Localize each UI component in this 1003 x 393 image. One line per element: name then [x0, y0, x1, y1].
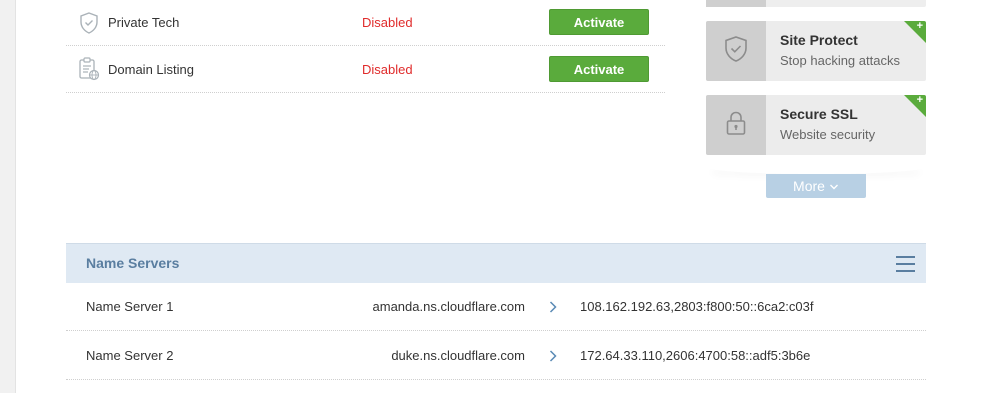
- promo-icon-box: [706, 21, 766, 81]
- promo-list-shadow: [706, 160, 926, 174]
- shield-check-icon: [78, 11, 100, 35]
- addon-name: Private Tech: [108, 15, 180, 30]
- promo-title: Secure SSL: [780, 106, 858, 122]
- left-sidebar-edge: [0, 0, 16, 393]
- nameserver-host: amanda.ns.cloudflare.com: [372, 299, 525, 314]
- more-button[interactable]: More: [766, 174, 866, 198]
- promo-site-protect[interactable]: Site Protect Stop hacking attacks +: [706, 21, 926, 81]
- addon-status: Disabled: [362, 61, 413, 77]
- lock-icon: [723, 109, 749, 142]
- addon-status: Disabled: [362, 15, 413, 30]
- nameservers-header: Name Servers: [66, 243, 926, 283]
- nameserver-label: Name Server 2: [86, 348, 174, 363]
- addon-row-domain-listing: Domain Listing Disabled Activate: [66, 46, 665, 93]
- nameserver-host: duke.ns.cloudflare.com: [391, 348, 525, 363]
- nameserver-row: Name Server 1 amanda.ns.cloudflare.com 1…: [66, 283, 926, 331]
- promo-title: Site Protect: [780, 32, 858, 48]
- promo-subtitle: Website security: [780, 127, 876, 142]
- nameserver-ip: 172.64.33.110,2606:4700:58::adf5:3b6e: [580, 348, 811, 363]
- shield-check-icon: [723, 35, 749, 68]
- more-label: More: [793, 178, 825, 194]
- chevron-right-icon: [547, 349, 559, 363]
- promo-icon-box: [706, 95, 766, 155]
- addon-row-private-tech: Private Tech Disabled Activate: [66, 0, 665, 46]
- plus-icon: +: [916, 21, 923, 32]
- activate-button[interactable]: Activate: [549, 56, 649, 82]
- plus-icon: +: [916, 95, 923, 106]
- chevron-down-icon: [829, 178, 839, 194]
- promo-card-partial[interactable]: [706, 0, 926, 7]
- chevron-right-icon: [547, 300, 559, 314]
- promo-icon-box: [706, 0, 766, 7]
- nameserver-label: Name Server 1: [86, 299, 174, 314]
- nameservers-title: Name Servers: [86, 255, 180, 271]
- clipboard-globe-icon: [78, 57, 100, 81]
- hamburger-menu-icon[interactable]: [896, 256, 915, 272]
- promo-subtitle: Stop hacking attacks: [780, 53, 900, 68]
- nameserver-row: Name Server 2 duke.ns.cloudflare.com 172…: [66, 332, 926, 380]
- addons-table: Private Tech Disabled Activate Domain Li…: [66, 0, 665, 93]
- nameserver-ip: 108.162.192.63,2803:f800:50::6ca2:c03f: [580, 299, 814, 314]
- promo-secure-ssl[interactable]: Secure SSL Website security +: [706, 95, 926, 155]
- addon-name: Domain Listing: [108, 61, 194, 77]
- activate-button[interactable]: Activate: [549, 9, 649, 35]
